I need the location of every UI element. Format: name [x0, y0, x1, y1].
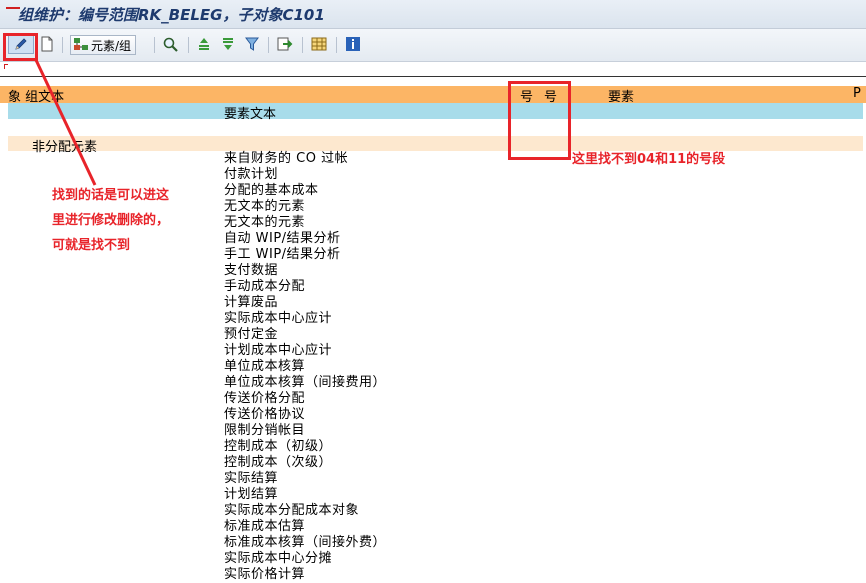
annotation-box-number-range — [508, 81, 571, 160]
annotation-left-line-3: 可就是找不到 — [52, 238, 131, 253]
annotation-left-line-2: 里进行修改删除的， — [52, 213, 170, 228]
annotation-left-line-1: 找到的话是可以进这 — [52, 188, 170, 203]
annotation-right-note: 这里找不到04和11的号段 — [572, 152, 726, 167]
annotation-arrow — [34, 59, 97, 186]
